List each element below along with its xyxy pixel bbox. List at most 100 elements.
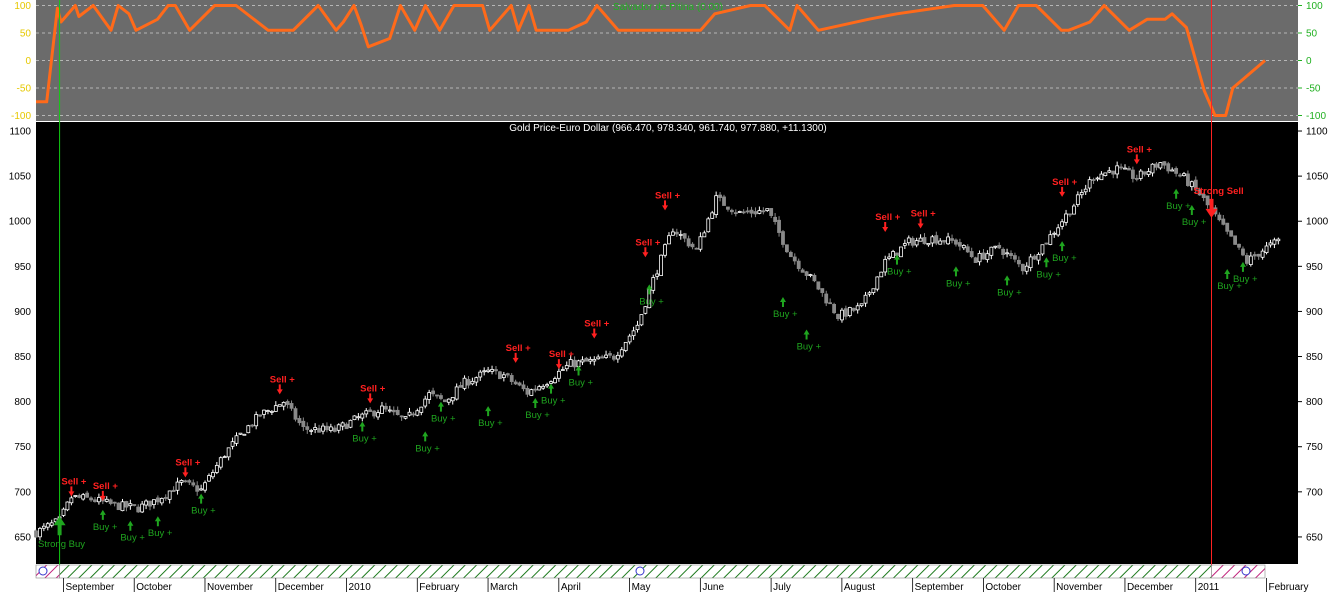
candle-body xyxy=(879,271,884,278)
price-y-tick-right: 950 xyxy=(1306,262,1323,273)
indicator-y-tick-left: -100 xyxy=(11,111,31,122)
sell-label: Sell + xyxy=(93,481,119,492)
candle-body xyxy=(659,254,664,276)
candle-body xyxy=(474,377,479,383)
candle-body xyxy=(938,240,943,245)
buy-label: Buy + xyxy=(191,506,216,517)
candle-body xyxy=(167,490,172,500)
candle-body xyxy=(399,415,404,418)
candle-body xyxy=(214,465,219,473)
strip-marker-icon xyxy=(1241,566,1251,576)
candle-body xyxy=(1048,234,1053,245)
buy-label: Buy + xyxy=(946,278,971,289)
candle-body xyxy=(690,243,695,248)
candle-body xyxy=(840,309,844,321)
candle-body xyxy=(553,378,557,384)
candle-body xyxy=(973,257,978,263)
indicator-y-tick-left: 50 xyxy=(20,29,32,40)
candle-body xyxy=(238,432,243,435)
candle-body xyxy=(820,288,825,293)
candle-body xyxy=(584,357,589,362)
indicator-y-tick-right: 0 xyxy=(1306,56,1312,67)
sell-label: Sell + xyxy=(1127,144,1153,155)
price-y-tick-left: 850 xyxy=(14,352,31,363)
candle-body xyxy=(1256,253,1261,257)
candle-body xyxy=(902,243,907,246)
candle-body xyxy=(1095,177,1100,180)
price-y-tick-left: 1000 xyxy=(9,217,32,228)
candle-body xyxy=(1150,163,1155,174)
candle-body xyxy=(619,349,624,357)
candle-body xyxy=(855,305,860,311)
buy-label: Buy + xyxy=(1233,274,1258,285)
candle-body xyxy=(344,423,349,430)
candle-body xyxy=(753,211,758,215)
candle-body xyxy=(1178,174,1182,177)
candle-body xyxy=(124,501,129,508)
candle-body xyxy=(655,273,660,277)
candle-body xyxy=(128,503,133,507)
candle-body xyxy=(1072,205,1076,215)
candle-body xyxy=(899,246,903,258)
strip-marker-icon xyxy=(38,566,48,576)
x-tick-label: October xyxy=(985,582,1021,592)
candle-body xyxy=(847,307,852,317)
buy-label: Buy + xyxy=(541,396,566,407)
candle-body xyxy=(144,500,148,506)
candle-body xyxy=(1079,192,1084,196)
candle-body xyxy=(631,330,636,337)
candle-body xyxy=(1182,173,1186,177)
strip-marker-icon xyxy=(635,566,645,576)
candle-body xyxy=(356,416,361,419)
indicator-y-tick-left: 100 xyxy=(14,1,31,12)
candle-body xyxy=(427,392,432,400)
candle-body xyxy=(777,219,781,233)
sell-label: Sell + xyxy=(61,476,87,487)
candle-body xyxy=(1248,255,1253,265)
candle-body xyxy=(439,395,443,399)
candle-body xyxy=(368,409,373,412)
candle-body xyxy=(635,324,640,331)
candle-body xyxy=(800,269,805,273)
candle-body xyxy=(843,308,848,317)
candle-body xyxy=(541,385,546,389)
candle-body xyxy=(517,382,522,386)
candle-body xyxy=(175,481,180,491)
candle-body xyxy=(454,386,459,400)
candle-body xyxy=(211,472,215,478)
sell-label: Sell + xyxy=(655,190,681,201)
candle-body xyxy=(812,274,817,282)
buy-label: Buy + xyxy=(1182,217,1207,228)
candle-body xyxy=(1016,259,1021,265)
candle-body xyxy=(1237,243,1241,248)
candle-body xyxy=(340,422,345,427)
candle-body xyxy=(376,412,380,418)
candle-body xyxy=(69,497,74,504)
candle-body xyxy=(564,365,569,370)
candle-body xyxy=(781,231,785,245)
candle-body xyxy=(332,427,337,432)
candle-body xyxy=(667,235,671,245)
price-y-tick-right: 1100 xyxy=(1306,127,1328,138)
price-y-tick-right: 800 xyxy=(1306,397,1323,408)
candle-body xyxy=(352,415,357,421)
candle-body xyxy=(1233,235,1237,245)
candle-body xyxy=(187,480,192,483)
candle-body xyxy=(682,233,687,239)
candle-body xyxy=(765,208,770,211)
candle-body xyxy=(1225,222,1230,232)
price-y-tick-right: 900 xyxy=(1306,307,1323,318)
price-y-tick-left: 750 xyxy=(14,442,31,453)
indicator-title: Salvador de Pitina (0.00) xyxy=(613,2,723,13)
candle-body xyxy=(395,409,400,416)
candle-body xyxy=(254,414,259,427)
candle-body xyxy=(1119,166,1123,169)
candle-body xyxy=(875,276,880,290)
scroll-strip[interactable] xyxy=(35,564,1266,579)
candle-body xyxy=(450,397,455,402)
indicator-y-tick-left: -50 xyxy=(17,84,32,95)
candle-body xyxy=(1221,218,1226,225)
candle-body xyxy=(816,281,821,290)
candle-body xyxy=(1024,265,1029,272)
candle-body xyxy=(242,433,247,436)
